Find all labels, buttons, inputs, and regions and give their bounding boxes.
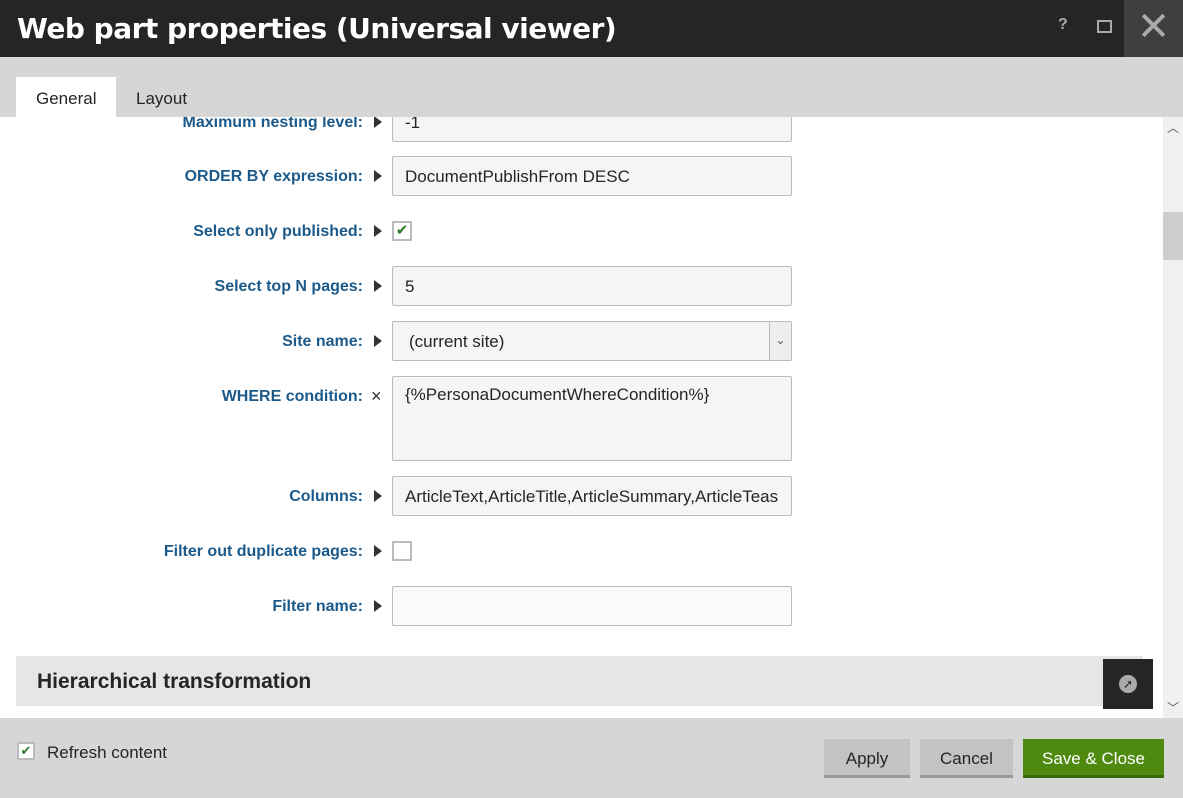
chevron-down-icon[interactable]: ⌄ [769,322,791,360]
top-n-input[interactable]: 5 [392,266,792,306]
scrollbar[interactable]: ︿ ﹀ [1163,117,1183,718]
site-name-select[interactable]: (current site) ⌄ [392,321,792,361]
columns-input[interactable]: ArticleText,ArticleTitle,ArticleSummary,… [392,476,792,516]
scrollbar-thumb[interactable] [1163,212,1183,260]
filter-name-input[interactable] [392,586,792,626]
properties-form: Maximum nesting level: -1 ORDER BY expre… [0,117,1163,718]
navigation-button[interactable]: ➚ [1103,659,1153,709]
caret-right-icon[interactable] [374,545,382,557]
field-label: Columns: [289,488,363,505]
caret-right-icon[interactable] [374,117,382,128]
tab-bar: General Layout [0,57,1183,117]
apply-button[interactable]: Apply [824,739,910,778]
field-label: Maximum nesting level: [182,117,364,131]
refresh-content-label: Refresh content [47,743,168,762]
field-label: WHERE condition: [221,388,363,405]
clear-icon[interactable]: × [371,386,382,407]
help-icon[interactable]: ? [1058,16,1068,34]
cancel-button[interactable]: Cancel [920,739,1013,778]
caret-right-icon[interactable] [374,335,382,347]
field-label: Site name: [282,333,363,350]
section-header[interactable]: Hierarchical transformation [16,656,1143,706]
field-label: Select top N pages: [214,278,363,295]
caret-right-icon[interactable] [374,280,382,292]
caret-right-icon[interactable] [374,600,382,612]
max-nesting-level-input[interactable]: -1 [392,117,792,142]
field-label: Filter name: [272,598,363,615]
scroll-up-icon[interactable]: ︿ [1163,119,1183,136]
footer: ✔ Refresh content Apply Cancel Save & Cl… [0,718,1183,798]
where-condition-textarea[interactable]: {%PersonaDocumentWhereCondition%} [392,376,792,461]
close-button[interactable]: ✕ [1124,0,1183,57]
scroll-down-icon[interactable]: ﹀ [1163,699,1183,716]
maximize-icon[interactable] [1097,20,1112,33]
field-label: Select only published: [193,223,363,240]
caret-right-icon[interactable] [374,490,382,502]
refresh-content-checkbox[interactable]: ✔ [17,742,35,760]
caret-right-icon[interactable] [374,170,382,182]
tab-general[interactable]: General [16,77,117,117]
caret-right-icon[interactable] [374,225,382,237]
section-title: Hierarchical transformation [37,670,312,693]
filter-duplicates-checkbox[interactable] [392,541,412,561]
order-by-input[interactable]: DocumentPublishFrom DESC [392,156,792,196]
title-bar: Web part properties (Universal viewer) ?… [0,0,1183,57]
selected-value: (current site) [409,332,505,351]
field-label: Filter out duplicate pages: [163,543,363,560]
tab-layout[interactable]: Layout [116,77,207,117]
compass-icon: ➚ [1119,675,1137,693]
window-title: Web part properties (Universal viewer) [17,12,617,45]
select-only-published-checkbox[interactable]: ✔ [392,221,412,241]
field-label: ORDER BY expression: [184,168,363,185]
save-close-button[interactable]: Save & Close [1023,739,1164,778]
